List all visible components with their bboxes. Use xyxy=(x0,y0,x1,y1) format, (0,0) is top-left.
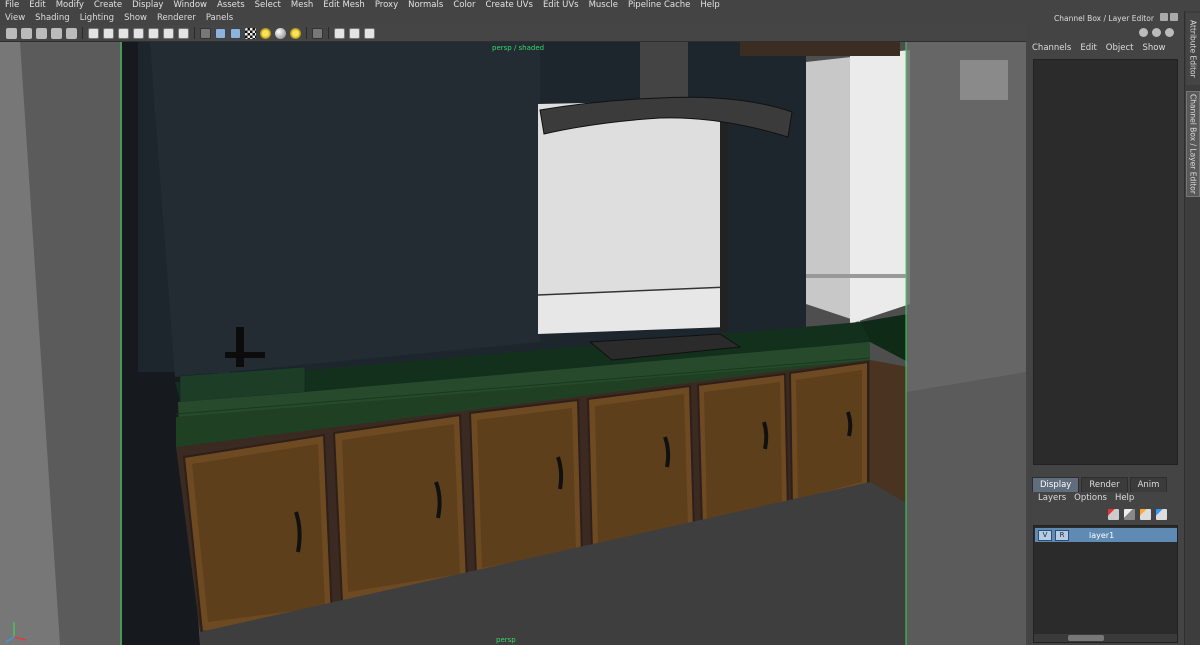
menu-help[interactable]: Help xyxy=(695,0,724,11)
dock-title-icons xyxy=(1160,13,1178,21)
tab-render[interactable]: Render xyxy=(1081,477,1128,492)
film-gate-icon[interactable] xyxy=(103,27,114,39)
channel-menu-edit[interactable]: Edit xyxy=(1080,43,1096,53)
layer-list: V R layer1 xyxy=(1033,525,1178,643)
tab-anim[interactable]: Anim xyxy=(1129,477,1168,492)
layer-row[interactable]: V R layer1 xyxy=(1035,528,1177,542)
layer-name[interactable]: layer1 xyxy=(1089,531,1114,540)
field-chart-icon[interactable] xyxy=(148,27,159,39)
wireframe-on-shaded-icon[interactable] xyxy=(230,27,241,39)
layer-tabs: Display Render Anim xyxy=(1032,477,1168,492)
wireframe-icon[interactable] xyxy=(200,27,211,39)
viewport-hud-text: persp / shaded xyxy=(492,44,545,52)
bookmark-icon[interactable] xyxy=(36,27,47,39)
layer-scrollbar[interactable] xyxy=(1034,634,1177,642)
default-light-icon[interactable] xyxy=(290,27,301,39)
panel-menu-show[interactable]: Show xyxy=(119,11,152,25)
panel-menu-shading[interactable]: Shading xyxy=(30,11,75,25)
viewport-3d-scene[interactable]: persp / shaded persp xyxy=(0,42,1026,645)
layer-menu-layers[interactable]: Layers xyxy=(1038,493,1066,503)
isolate-select-icon[interactable] xyxy=(312,27,323,39)
menu-proxy[interactable]: Proxy xyxy=(370,0,403,11)
menu-window[interactable]: Window xyxy=(168,0,212,11)
layer-menu: Layers Options Help xyxy=(1038,493,1134,503)
layer-menu-help[interactable]: Help xyxy=(1115,493,1134,503)
layer-icons xyxy=(1108,509,1167,520)
grid-icon[interactable] xyxy=(88,27,99,39)
create-empty-layer-icon[interactable] xyxy=(1108,509,1119,520)
menu-edit[interactable]: Edit xyxy=(24,0,50,11)
channel-menu-object[interactable]: Object xyxy=(1106,43,1134,53)
layer-color-swatch[interactable] xyxy=(1072,530,1086,541)
image-plane-icon[interactable] xyxy=(51,27,62,39)
kitchen-scene-render xyxy=(0,42,1026,645)
channel-box-icons xyxy=(1139,28,1174,37)
layer-menu-options[interactable]: Options xyxy=(1074,493,1107,503)
menu-display[interactable]: Display xyxy=(127,0,168,11)
manipulator-icon[interactable] xyxy=(1152,28,1161,37)
use-all-lights-icon[interactable] xyxy=(260,27,271,39)
tab-channel-box-layer-editor[interactable]: Channel Box / Layer Editor xyxy=(1186,91,1200,197)
xray-joints-icon[interactable] xyxy=(349,27,360,39)
tab-display[interactable]: Display xyxy=(1032,477,1080,492)
menu-file[interactable]: File xyxy=(0,0,24,11)
panel-menu-renderer[interactable]: Renderer xyxy=(152,11,201,25)
channel-menu-channels[interactable]: Channels xyxy=(1032,43,1071,53)
menu-modify[interactable]: Modify xyxy=(51,0,89,11)
menu-create-uvs[interactable]: Create UVs xyxy=(481,0,538,11)
menu-assets[interactable]: Assets xyxy=(212,0,250,11)
safe-title-icon[interactable] xyxy=(178,27,189,39)
channel-box-menu: Channels Edit Object Show xyxy=(1032,43,1165,53)
menu-normals[interactable]: Normals xyxy=(403,0,448,11)
shadows-icon[interactable] xyxy=(275,27,286,39)
create-layer-from-selected-icon[interactable] xyxy=(1140,509,1151,520)
tab-attribute-editor[interactable]: Attribute Editor xyxy=(1186,13,1200,85)
channel-box-options-icon[interactable] xyxy=(1139,28,1148,37)
xray-icon[interactable] xyxy=(334,27,345,39)
eyedropper-icon[interactable] xyxy=(1165,28,1174,37)
side-tabs: Attribute Editor Channel Box / Layer Edi… xyxy=(1184,11,1200,645)
channel-box-layer-editor-dock: Channel Box / Layer Editor Channels Edit… xyxy=(1026,11,1200,645)
layer-stack-icon[interactable] xyxy=(1124,509,1135,520)
camera-name-label: persp xyxy=(496,636,516,644)
layer-display-type-toggle[interactable]: R xyxy=(1055,529,1069,541)
viewport-panel: View Shading Lighting Show Renderer Pane… xyxy=(0,11,1026,645)
smooth-shade-icon[interactable] xyxy=(215,27,226,39)
channel-box-area[interactable] xyxy=(1033,59,1178,465)
toolbar-separator xyxy=(194,27,195,39)
panel-menu-lighting[interactable]: Lighting xyxy=(75,11,119,25)
select-camera-icon[interactable] xyxy=(6,27,17,39)
toolbar-separator xyxy=(82,27,83,39)
menu-pipeline-cache[interactable]: Pipeline Cache xyxy=(623,0,695,11)
menu-muscle[interactable]: Muscle xyxy=(584,0,623,11)
close-icon[interactable] xyxy=(1170,13,1178,21)
toolbar-separator xyxy=(328,27,329,39)
main-menu-bar: File Edit Modify Create Display Window A… xyxy=(0,0,1026,11)
textured-icon[interactable] xyxy=(245,27,256,39)
resolution-gate-icon[interactable] xyxy=(118,27,129,39)
gate-mask-icon[interactable] xyxy=(133,27,144,39)
menu-select[interactable]: Select xyxy=(250,0,286,11)
panel-menu-view[interactable]: View xyxy=(0,11,30,25)
panel-menu-bar: View Shading Lighting Show Renderer Pane… xyxy=(0,11,1026,25)
panel-menu-panels[interactable]: Panels xyxy=(201,11,238,25)
camera-attributes-icon[interactable] xyxy=(21,27,32,39)
scrollbar-thumb[interactable] xyxy=(1068,635,1104,641)
menu-mesh[interactable]: Mesh xyxy=(286,0,318,11)
add-to-layer-icon[interactable] xyxy=(1156,509,1167,520)
safe-action-icon[interactable] xyxy=(163,27,174,39)
channel-menu-show[interactable]: Show xyxy=(1142,43,1165,53)
float-panel-icon[interactable] xyxy=(1160,13,1168,21)
two-d-pan-zoom-icon[interactable] xyxy=(66,27,77,39)
menu-edit-uvs[interactable]: Edit UVs xyxy=(538,0,584,11)
viewport-toolbar xyxy=(0,25,1026,42)
toolbar-separator xyxy=(306,27,307,39)
menu-create[interactable]: Create xyxy=(89,0,127,11)
layer-visibility-toggle[interactable]: V xyxy=(1038,529,1052,541)
menu-color[interactable]: Color xyxy=(448,0,480,11)
xray-components-icon[interactable] xyxy=(364,27,375,39)
menu-edit-mesh[interactable]: Edit Mesh xyxy=(318,0,370,11)
